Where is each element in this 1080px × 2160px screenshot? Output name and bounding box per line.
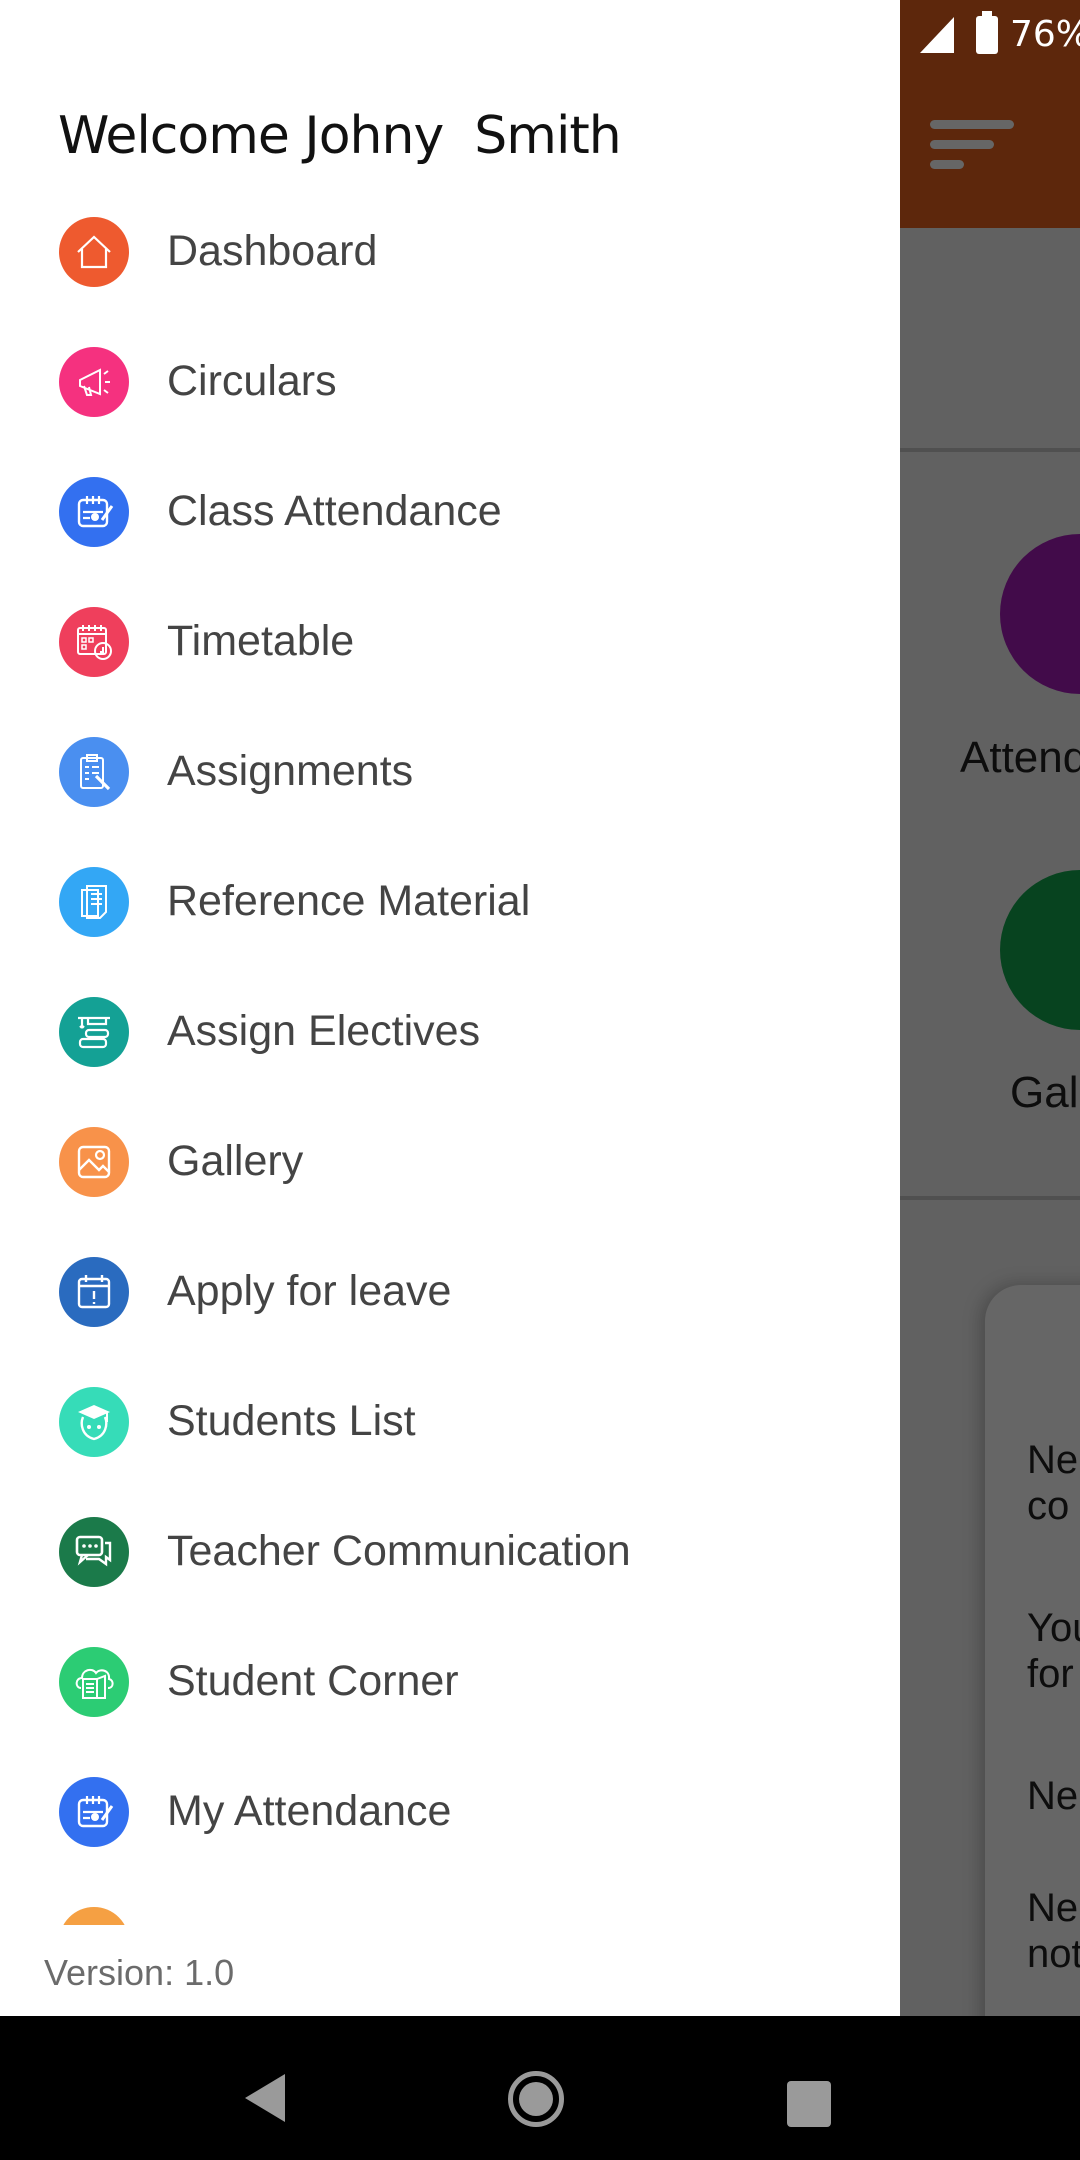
drawer-item-label: Teacher Communication [167, 1527, 631, 1575]
timetable-icon [59, 607, 129, 677]
image-icon [59, 1127, 129, 1197]
recents-icon[interactable] [787, 2081, 831, 2127]
drawer-item-my-attendance[interactable]: My Attendance [0, 1747, 900, 1877]
system-nav-bar [0, 2016, 1080, 2160]
drawer-item-dashboard[interactable]: Dashboard [0, 187, 900, 317]
attendance-icon [59, 1777, 129, 1847]
drawer-item-label: Apply for leave [167, 1267, 452, 1315]
battery-charging-icon [976, 11, 998, 54]
home-button-icon[interactable] [508, 2071, 564, 2127]
drawer-item-student-corner[interactable]: Student Corner [0, 1617, 900, 1747]
drawer-item-label: Dashboard [167, 227, 378, 275]
books-icon [59, 997, 129, 1067]
drawer-item-students-list[interactable]: Students List [0, 1357, 900, 1487]
documents-icon [59, 867, 129, 937]
drawer-item-label: Students List [167, 1397, 416, 1445]
drawer-item-label: Assignments [167, 747, 414, 795]
cloud-book-icon [59, 1647, 129, 1717]
drawer-item-reference-material[interactable]: Reference Material [0, 837, 900, 967]
drawer-item-assignments[interactable]: Assignments [0, 707, 900, 837]
navigation-drawer: Welcome Johny Smith Dashboard Circulars Cl… [0, 0, 900, 2016]
status-bar: 76% [900, 0, 1080, 72]
back-icon[interactable] [245, 2074, 285, 2122]
megaphone-icon [59, 347, 129, 417]
student-icon [59, 1387, 129, 1457]
version-label: Version: 1.0 [44, 1952, 235, 1993]
welcome-title: Welcome Johny Smith [58, 106, 622, 166]
drawer-item-teacher-communication[interactable]: Teacher Communication [0, 1487, 900, 1617]
calendar-alert-icon [59, 1257, 129, 1327]
drawer-item-label: Gallery [167, 1137, 304, 1185]
battery-percent: 76% [1010, 14, 1080, 55]
drawer-item-gallery[interactable]: Gallery [0, 1097, 900, 1227]
home-icon [59, 217, 129, 287]
drawer-item-label: Assign Electives [167, 1007, 481, 1055]
chat-icon [59, 1517, 129, 1587]
drawer-item-assign-electives[interactable]: Assign Electives [0, 967, 900, 1097]
clipboard-icon [59, 737, 129, 807]
drawer-item-more[interactable] [0, 1877, 900, 1925]
drawer-item-label: Student Corner [167, 1657, 459, 1705]
drawer-item-circulars[interactable]: Circulars [0, 317, 900, 447]
signal-icon [920, 17, 954, 53]
drawer-item-label: Class Attendance [167, 487, 502, 535]
drawer-item-label: Circulars [167, 357, 337, 405]
drawer-item-label: Reference Material [167, 877, 531, 925]
drawer-item-class-attendance[interactable]: Class Attendance [0, 447, 900, 577]
drawer-item-timetable[interactable]: Timetable [0, 577, 900, 707]
drawer-item-apply-for-leave[interactable]: Apply for leave [0, 1227, 900, 1357]
drawer-item-label: Timetable [167, 617, 355, 665]
attendance-icon [59, 477, 129, 547]
drawer-menu-list[interactable]: Dashboard Circulars Class Attendance Timeta… [0, 187, 900, 1925]
drawer-item-label: My Attendance [167, 1787, 452, 1835]
bell-icon [59, 1907, 129, 1925]
